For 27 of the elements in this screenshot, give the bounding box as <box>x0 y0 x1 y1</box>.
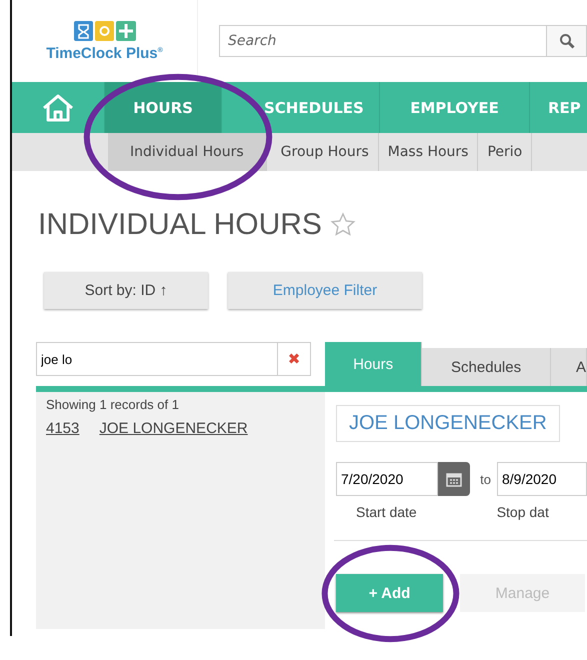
employee-id-link[interactable]: 4153 <box>46 420 80 437</box>
search-icon <box>558 33 574 49</box>
sub-nav-tab[interactable]: Mass Hours <box>378 133 478 171</box>
sub-nav-tab[interactable]: Perio <box>478 133 532 171</box>
sort-dropdown[interactable]: Sort by: ID ↑ <box>44 272 208 309</box>
clear-button[interactable]: ✖ <box>278 342 311 376</box>
logo-text: TimeClock Plus$^{®}$ <box>46 45 163 62</box>
calendar-icon <box>446 472 462 486</box>
stop-date-field[interactable]: 8/9/2020 <box>497 462 587 496</box>
calendar-button[interactable] <box>438 462 470 496</box>
logo-icon <box>74 20 136 42</box>
employee-dropdown[interactable]: JOE LONGENECKER <box>336 405 560 442</box>
range-text: to <box>480 472 491 486</box>
search-field[interactable]: Search <box>219 25 547 57</box>
tab[interactable]: A <box>550 348 587 386</box>
employee-name-link[interactable]: JOE LONGENECKER <box>99 420 248 437</box>
page-title: INDIVIDUAL HOURS <box>38 208 322 242</box>
home-icon <box>41 92 75 122</box>
tab[interactable]: Schedules <box>422 348 551 386</box>
search-button[interactable] <box>547 25 587 57</box>
start-date-field[interactable]: 7/20/2020 <box>336 462 438 496</box>
date-label: Stop dat <box>496 504 549 520</box>
date-label: Start date <box>356 504 417 520</box>
sub-nav-tab[interactable]: Group Hours <box>266 133 379 171</box>
sub-nav-tab[interactable]: Individual Hours <box>108 133 267 171</box>
results-summary: Showing 1 records of 1 <box>46 397 180 412</box>
search-field[interactable]: joe lo <box>36 342 278 376</box>
